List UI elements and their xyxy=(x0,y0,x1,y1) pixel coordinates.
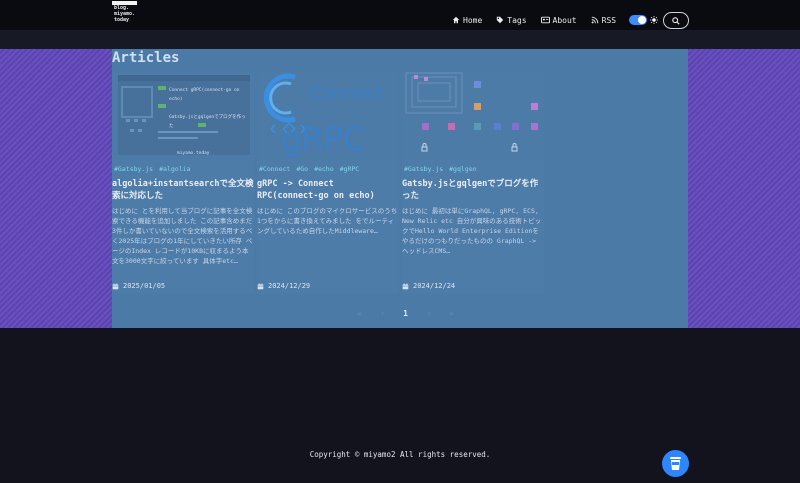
tag-list: #Gatsby.js #gqlgen xyxy=(404,165,483,173)
tag-link[interactable]: #gqlgen xyxy=(449,165,476,173)
page-title: Articles xyxy=(112,50,180,66)
tag-link[interactable]: #Gatsby.js xyxy=(114,165,153,173)
nav-home-label: Home xyxy=(463,15,483,25)
search-button[interactable] xyxy=(663,12,689,29)
site-logo[interactable]: blog. miyamo. today xyxy=(112,1,137,25)
header-stripe xyxy=(0,30,800,49)
article-excerpt: はじめに 最初は単にGraphQL, gRPC, ECS, New Relic … xyxy=(402,207,542,255)
article-date: 2024/12/24 xyxy=(402,282,455,290)
nav-rss-label: RSS xyxy=(601,15,617,25)
thumbnail-text: Connect xyxy=(309,83,384,104)
tag-link[interactable]: #gRPC xyxy=(340,165,360,173)
nav-tags-label: Tags xyxy=(507,15,527,25)
last-page-button[interactable]: » xyxy=(440,309,463,318)
thumb-line: miyamo.today xyxy=(177,151,210,156)
tag-icon xyxy=(497,16,504,24)
article-excerpt: はじめに このブログのマイクロサービスのうち1つをからに書き換えてみました をで… xyxy=(257,207,398,235)
main-area: Articles Connect gRPC(connect-go on echo… xyxy=(0,49,800,328)
header: blog. miyamo. today Home Tags About RSS xyxy=(0,0,800,30)
home-icon xyxy=(452,16,460,24)
tag-link[interactable]: #Gatsby.js xyxy=(404,165,443,173)
article-title[interactable]: gRPC -> Connect RPC(connect-go on echo) xyxy=(257,178,399,202)
next-page-button[interactable]: › xyxy=(417,309,440,318)
article-card[interactable]: Connect gRPC #Connect #Go #echo #gRPC gR… xyxy=(257,71,399,293)
thumbnail-text: Connect gRPC(connect-go on echo) Gatsby.… xyxy=(169,86,249,158)
nav-home[interactable]: Home xyxy=(452,16,482,25)
calendar-icon xyxy=(257,282,264,289)
article-excerpt: はじめに とを利用して当ブログに記事を全文検索できる機能を追加しました この記事… xyxy=(112,207,253,265)
toggle-knob xyxy=(638,16,646,24)
tag-link[interactable]: #algolia xyxy=(159,165,190,173)
theme-toggle[interactable] xyxy=(629,15,647,25)
thumb-line: Connect gRPC(connect-go on echo) xyxy=(169,88,240,102)
nav-rss[interactable]: RSS xyxy=(591,16,616,25)
logo-line-3: today xyxy=(114,17,130,23)
article-date: 2024/12/29 xyxy=(257,282,310,290)
main-nav: Home Tags About RSS xyxy=(452,12,630,28)
thumbnail-text: gRPC xyxy=(281,120,366,158)
id-card-icon xyxy=(540,16,550,24)
article-thumbnail[interactable] xyxy=(402,71,544,159)
coffee-cup-icon xyxy=(670,457,681,470)
tag-link[interactable]: #Connect xyxy=(259,165,290,173)
tag-list: #Connect #Go #echo #gRPC xyxy=(259,165,365,173)
article-card[interactable]: #Gatsby.js #gqlgen Gatsby.jsとgqlgenでブログを… xyxy=(402,71,544,293)
articles-section: Articles Connect gRPC(connect-go on echo… xyxy=(112,49,688,328)
article-thumbnail[interactable]: Connect gRPC xyxy=(257,71,399,159)
date-text: 2024/12/24 xyxy=(413,282,456,290)
calendar-icon xyxy=(402,282,409,289)
rss-icon xyxy=(591,16,598,24)
thumb-line: Gatsby.jsとgqlgenでブログを作った xyxy=(169,115,246,129)
thumbnail-image xyxy=(405,72,538,152)
sun-icon xyxy=(650,16,658,24)
tag-list: #Gatsby.js #algolia xyxy=(114,165,196,173)
search-icon xyxy=(672,16,680,25)
pagination: « ‹ 1 › » xyxy=(348,309,463,318)
article-title[interactable]: Gatsby.jsとgqlgenでブログを作った xyxy=(402,178,544,202)
article-title[interactable]: algolia+instantsearchで全文検索に対応した xyxy=(112,178,254,202)
coffee-button[interactable] xyxy=(662,450,689,477)
article-card[interactable]: Connect gRPC(connect-go on echo) Gatsby.… xyxy=(112,71,254,293)
article-thumbnail[interactable]: Connect gRPC(connect-go on echo) Gatsby.… xyxy=(112,71,254,159)
tag-link[interactable]: #echo xyxy=(314,165,334,173)
nav-tags[interactable]: Tags xyxy=(496,15,527,25)
calendar-icon xyxy=(112,282,119,289)
date-text: 2024/12/29 xyxy=(268,282,311,290)
date-text: 2025/01/05 xyxy=(123,282,166,290)
current-page[interactable]: 1 xyxy=(394,309,417,318)
logo-text: blog. miyamo. today xyxy=(112,5,137,23)
prev-page-button[interactable]: ‹ xyxy=(371,309,394,318)
nav-about-label: About xyxy=(552,15,577,25)
nav-about[interactable]: About xyxy=(540,15,577,25)
first-page-button[interactable]: « xyxy=(348,309,371,318)
article-date: 2025/01/05 xyxy=(112,282,165,290)
tag-link[interactable]: #Go xyxy=(296,165,308,173)
